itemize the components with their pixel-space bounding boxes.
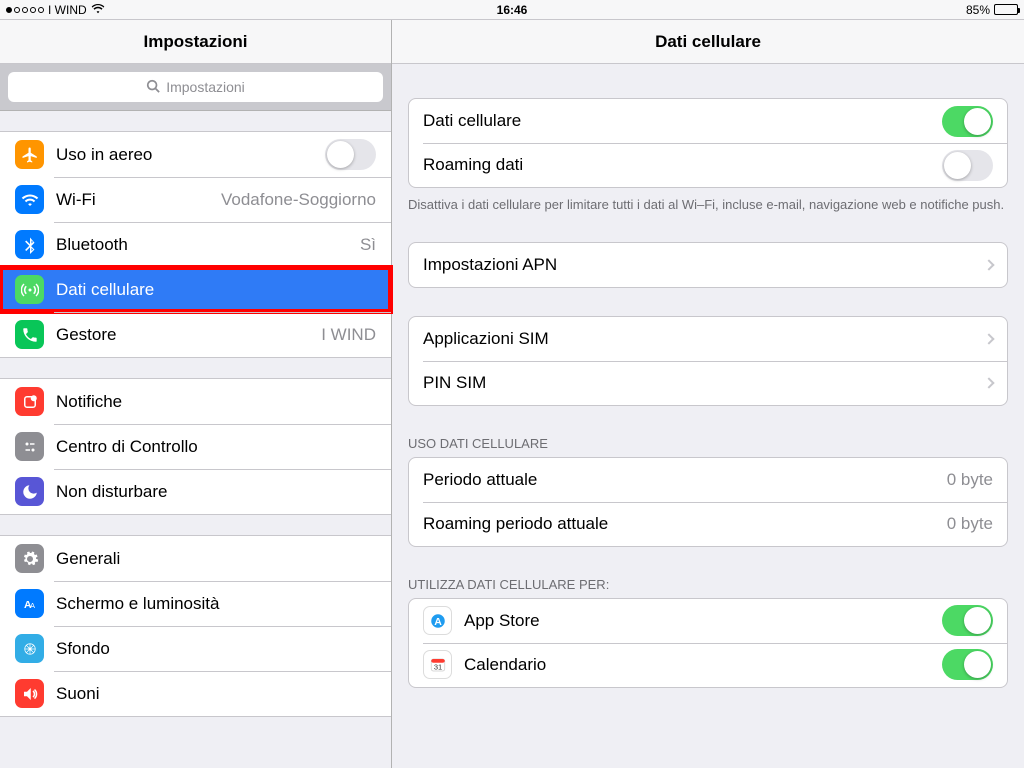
chevron-right-icon: [983, 259, 994, 270]
sidebar-item-display[interactable]: AA Schermo e luminosità: [0, 581, 391, 626]
carrier-label: Gestore: [56, 325, 321, 345]
phone-icon: [15, 320, 44, 349]
display-icon: AA: [15, 589, 44, 618]
gear-icon: [15, 544, 44, 573]
clock: 16:46: [497, 3, 528, 17]
moon-icon: [15, 477, 44, 506]
wallpaper-label: Sfondo: [56, 639, 376, 659]
detail-title: Dati cellulare: [392, 20, 1024, 64]
row-app-appstore[interactable]: A App Store: [409, 599, 1007, 643]
sidebar-item-airplane[interactable]: Uso in aereo: [0, 132, 391, 177]
appstore-icon: A: [423, 606, 452, 635]
cellular-icon: [15, 275, 44, 304]
sim-pin-label: PIN SIM: [423, 373, 977, 393]
sim-apps-label: Applicazioni SIM: [423, 329, 977, 349]
sidebar-item-dnd[interactable]: Non disturbare: [0, 469, 391, 514]
cellular-data-toggle[interactable]: [942, 106, 993, 137]
row-sim-pin[interactable]: PIN SIM: [409, 361, 1007, 405]
usage-roaming-value: 0 byte: [947, 514, 993, 534]
notifications-label: Notifiche: [56, 392, 376, 412]
wifi-settings-icon: [15, 185, 44, 214]
bluetooth-icon: [15, 230, 44, 259]
usage-current-value: 0 byte: [947, 470, 993, 490]
chevron-right-icon: [983, 333, 994, 344]
battery-icon: [994, 4, 1018, 15]
sidebar-item-carrier[interactable]: Gestore I WIND: [0, 312, 391, 357]
roaming-label: Roaming dati: [423, 155, 942, 175]
sidebar-item-sounds[interactable]: Suoni: [0, 671, 391, 716]
wifi-icon: [91, 3, 105, 17]
calendar-toggle[interactable]: [942, 649, 993, 680]
status-bar: I WIND 16:46 85%: [0, 0, 1024, 20]
signal-strength-icon: [6, 7, 44, 13]
row-roaming[interactable]: Roaming dati: [409, 143, 1007, 187]
carrier-label: I WIND: [48, 3, 87, 17]
search-icon: [146, 79, 160, 96]
sidebar-item-cellular[interactable]: Dati cellulare: [0, 267, 391, 312]
cellular-footer: Disattiva i dati cellulare per limitare …: [392, 188, 1024, 214]
cellular-label: Dati cellulare: [56, 280, 376, 300]
search-placeholder: Impostazioni: [166, 79, 245, 95]
row-app-calendar[interactable]: 31 Calendario: [409, 643, 1007, 687]
airplane-toggle[interactable]: [325, 139, 376, 170]
row-sim-apps[interactable]: Applicazioni SIM: [409, 317, 1007, 361]
battery-percent: 85%: [966, 3, 990, 17]
roaming-toggle[interactable]: [942, 150, 993, 181]
calendar-label: Calendario: [464, 655, 942, 675]
search-input[interactable]: Impostazioni: [8, 72, 383, 102]
wifi-value: Vodafone-Soggiorno: [221, 190, 376, 210]
row-usage-roaming: Roaming periodo attuale 0 byte: [409, 502, 1007, 546]
sounds-icon: [15, 679, 44, 708]
sidebar-item-control-center[interactable]: Centro di Controllo: [0, 424, 391, 469]
apps-header: UTILIZZA DATI CELLULARE PER:: [392, 571, 1024, 598]
bluetooth-value: Sì: [360, 235, 376, 255]
sidebar-item-wifi[interactable]: Wi-Fi Vodafone-Soggiorno: [0, 177, 391, 222]
apn-label: Impostazioni APN: [423, 255, 977, 275]
dnd-label: Non disturbare: [56, 482, 376, 502]
settings-sidebar: Impostazioni Impostazioni Uso in aereo: [0, 20, 392, 768]
detail-pane: Dati cellulare Dati cellulare Roaming da…: [392, 20, 1024, 768]
appstore-toggle[interactable]: [942, 605, 993, 636]
carrier-value: I WIND: [321, 325, 376, 345]
sidebar-title: Impostazioni: [0, 20, 391, 64]
svg-text:31: 31: [433, 662, 441, 671]
row-usage-current: Periodo attuale 0 byte: [409, 458, 1007, 502]
sounds-label: Suoni: [56, 684, 376, 704]
notifications-icon: [15, 387, 44, 416]
usage-header: USO DATI CELLULARE: [392, 430, 1024, 457]
wifi-label: Wi-Fi: [56, 190, 221, 210]
row-cellular-data[interactable]: Dati cellulare: [409, 99, 1007, 143]
svg-text:A: A: [30, 600, 35, 609]
usage-current-label: Periodo attuale: [423, 470, 947, 490]
control-center-icon: [15, 432, 44, 461]
svg-text:A: A: [434, 615, 442, 627]
row-apn[interactable]: Impostazioni APN: [409, 243, 1007, 287]
sidebar-item-wallpaper[interactable]: Sfondo: [0, 626, 391, 671]
airplane-label: Uso in aereo: [56, 145, 325, 165]
display-label: Schermo e luminosità: [56, 594, 376, 614]
sidebar-item-bluetooth[interactable]: Bluetooth Sì: [0, 222, 391, 267]
general-label: Generali: [56, 549, 376, 569]
bluetooth-label: Bluetooth: [56, 235, 360, 255]
sidebar-item-general[interactable]: Generali: [0, 536, 391, 581]
airplane-icon: [15, 140, 44, 169]
calendar-icon: 31: [423, 650, 452, 679]
sidebar-item-notifications[interactable]: Notifiche: [0, 379, 391, 424]
wallpaper-icon: [15, 634, 44, 663]
cellular-data-label: Dati cellulare: [423, 111, 942, 131]
usage-roaming-label: Roaming periodo attuale: [423, 514, 947, 534]
control-center-label: Centro di Controllo: [56, 437, 376, 457]
chevron-right-icon: [983, 377, 994, 388]
appstore-label: App Store: [464, 611, 942, 631]
